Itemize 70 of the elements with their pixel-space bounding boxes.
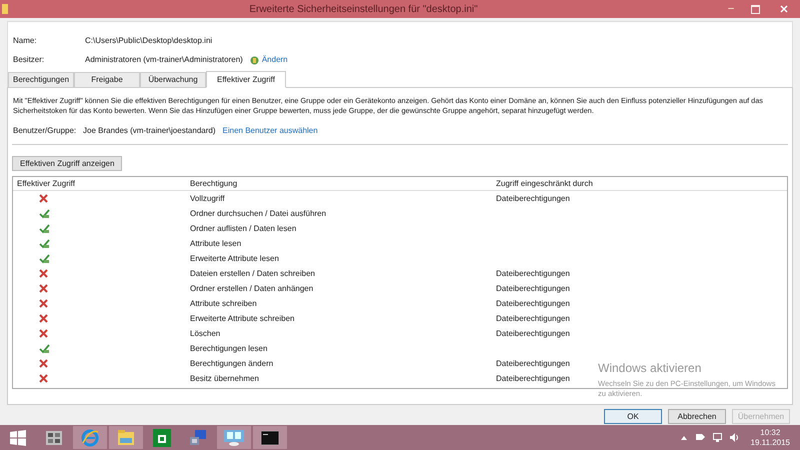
column-header[interactable]: Berechtigung [190,178,496,190]
flag-icon[interactable] [696,434,705,442]
field-label: Besitzer: [13,54,46,66]
denied-cross-icon [39,194,48,203]
tab[interactable]: Berechtigungen [8,72,74,88]
permission-cell-text: Berechtigungen lesen [190,342,268,354]
field-value: Administratoren (vm-trainer\Administratoren) [85,54,243,66]
denied-cross-icon [39,359,48,368]
allowed-check-icon [39,344,50,354]
restricted-by-cell: Dateiberechtigungen [496,192,570,204]
user-value: Joe Brandes (vm-trainer\joestandard) [83,125,216,137]
restricted-by-cell: Dateiberechtigungen [496,282,570,294]
remote-desktop-icon[interactable] [224,430,244,446]
folder-icon [2,4,8,14]
minimize-button[interactable]: – [719,4,743,14]
tab[interactable]: Effektiver Zugriff [206,71,286,88]
change-owner-link[interactable]: Ändern [262,54,288,66]
tab[interactable]: Freigabe [74,72,140,88]
denied-cross-icon [39,299,48,308]
restricted-by-cell: Dateiberechtigungen [496,328,570,340]
denied-cross-icon [39,284,48,293]
volume-icon[interactable] [730,433,739,442]
permission-cell-text: Attribute lesen [190,238,242,250]
permission-cell-text: Erweiterte Attribute schreiben [190,312,296,324]
permission-cell-text: Dateien erstellen / Daten schreiben [190,268,316,280]
tab[interactable]: Überwachung [140,72,206,88]
denied-cross-icon [39,269,48,278]
maximize-icon[interactable] [751,4,760,14]
denied-cross-icon [39,314,48,323]
restricted-by-cell: Dateiberechtigungen [496,298,570,310]
permission-cell-text: Ordner erstellen / Daten anhängen [190,282,314,294]
denied-cross-icon [39,329,48,338]
network-icon[interactable] [712,433,722,442]
allowed-check-icon [39,208,50,218]
permission-cell-text: Berechtigungen ändern [190,358,274,370]
restricted-by-cell: Dateiberechtigungen [496,268,570,280]
permission-cell-text: Ordner durchsuchen / Datei ausführen [190,208,328,220]
restricted-by-cell: Dateiberechtigungen [496,372,570,384]
column-header[interactable]: Effektiver Zugriff [13,178,190,190]
field-value: C:\Users\Public\Desktop\desktop.ini [85,35,212,47]
shield-icon [250,56,259,64]
denied-cross-icon [39,374,48,383]
close-icon[interactable] [780,5,788,13]
show-effective-access-button[interactable]: Effektiven Zugriff anzeigen [12,156,122,171]
dialog-button[interactable]: OK [604,409,662,424]
clock[interactable]: 10:32 19.11.2015 [750,428,790,448]
permission-cell-text: Löschen [190,328,222,340]
field-label: Name: [13,35,38,47]
allowed-check-icon [39,238,50,248]
clock-time: 10:32 [760,428,780,438]
window-title: Erweiterte Sicherheitseinstellungen für "desktop.ini" [248,2,479,16]
restricted-by-cell: Dateiberechtigungen [496,358,570,370]
activation-title: Windows aktivieren [598,361,702,375]
restricted-by-cell: Dateiberechtigungen [496,312,570,324]
permission-cell-text: Attribute schreiben [190,298,258,310]
dialog-button[interactable]: Abbrechen [668,409,726,424]
column-header[interactable]: Zugriff eingeschränkt durch [496,178,787,190]
show-hidden-icons-icon[interactable] [680,436,687,440]
windows-logo-icon[interactable] [10,430,26,446]
console-icon[interactable] [261,430,279,444]
apps-grid-icon[interactable] [46,430,62,444]
clock-date: 19.11.2015 [750,438,790,448]
allowed-check-icon [39,254,50,264]
permission-cell-text: Besitz übernehmen [190,372,260,384]
permission-cell-text: Ordner auflisten / Daten lesen [190,222,298,234]
allowed-check-icon [39,224,50,234]
permission-cell-text: Erweiterte Attribute lesen [190,252,280,264]
select-user-link[interactable]: Einen Benutzer auswählen [222,125,318,137]
user-label: Benutzer/Gruppe: [13,125,78,137]
permission-cell-text: Vollzugriff [190,192,226,204]
